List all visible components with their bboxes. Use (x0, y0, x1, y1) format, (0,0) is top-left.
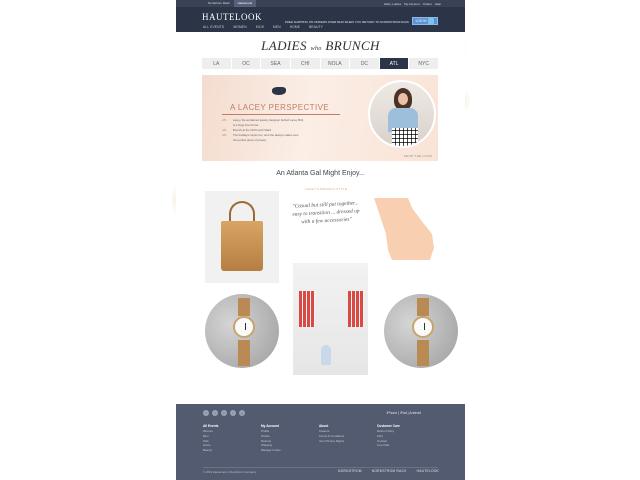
lacey-portrait[interactable] (368, 80, 436, 148)
promo-text: FREE SHIPPING ON ORDERS OVER $100 WHEN Y… (284, 20, 409, 24)
footer-column: About Careers Terms & Conditions Your Pr… (319, 424, 377, 453)
tab-nyc[interactable]: NYC (409, 58, 439, 69)
orders-link[interactable]: Orders (423, 2, 432, 6)
product-tote-bag[interactable] (205, 191, 279, 283)
georgia-map-icon (372, 194, 440, 262)
nav-home[interactable]: HOME (290, 25, 300, 29)
footer-link[interactable]: Beauty (203, 448, 261, 453)
my-account-link[interactable]: My Account (404, 2, 420, 6)
help-link[interactable]: Help (435, 2, 441, 6)
brand-hautelook[interactable]: HAUTELOOK (417, 469, 439, 473)
footer-column: Customer Care Return Policy FAQ Contact … (377, 424, 435, 453)
social-links: f t p i g (203, 410, 245, 416)
product-photo-wall[interactable] (293, 263, 368, 375)
top-strip: Nordstrom Rack HauteLook Hello, Ladies M… (176, 0, 465, 7)
cart-icon[interactable] (428, 18, 435, 24)
brand-nordstrom-rack[interactable]: NORDSTROM RACK (372, 469, 407, 473)
footer: f t p i g iPhone | iPad | Android All Ev… (176, 404, 465, 480)
facebook-icon[interactable]: f (203, 410, 209, 416)
google-plus-icon[interactable]: g (239, 410, 245, 416)
quote-tag: LACEY'S BRUNCH STYLE (304, 187, 348, 191)
banner-divider (222, 114, 340, 115)
copyright: © 2019 HauteLook, A Nordstrom Company (203, 470, 257, 474)
app-links[interactable]: iPhone | iPad | Android (387, 411, 421, 415)
twitter-icon[interactable]: t (212, 410, 218, 416)
title-connector: who (310, 46, 322, 52)
product-watch-2[interactable] (384, 294, 458, 368)
tab-oc[interactable]: OC (232, 58, 262, 69)
login-label: LOG IN (415, 19, 427, 23)
tab-dc[interactable]: DC (350, 58, 380, 69)
brand-nordstrom[interactable]: NORDSTROM (338, 469, 362, 473)
footer-column: My Account Profile Orders Returns Shippi… (261, 424, 319, 453)
instagram-icon[interactable]: i (230, 410, 236, 416)
feature-banner: A LACEY PERSPECTIVE ATL Lacey, the acclai… (202, 75, 438, 161)
section-title: An Atlanta Gal Might Enjoy... (276, 170, 365, 177)
tab-la[interactable]: LA (202, 58, 232, 69)
site-logo[interactable]: HAUTELOOK (202, 12, 262, 22)
footer-column: All Events Women Men Kids Home Beauty (203, 424, 261, 453)
tab-sea[interactable]: SEA (261, 58, 291, 69)
city-tabs: LA OC SEA CHI NOLA DC ATL NYC (202, 58, 439, 69)
quote-text: "Casual but still put together... easy t… (292, 200, 360, 226)
tab-nola[interactable]: NOLA (321, 58, 351, 69)
tab-nordstrom-rack[interactable]: Nordstrom Rack (204, 0, 234, 7)
tab-chi[interactable]: CHI (291, 58, 321, 69)
nav-kids[interactable]: KIDS (256, 25, 264, 29)
pinterest-icon[interactable]: p (221, 410, 227, 416)
banner-signature[interactable]: SHOP THE LOOK (404, 154, 432, 158)
page-title: LADIES who BRUNCH (176, 38, 465, 54)
footer-divider (203, 467, 438, 468)
footer-link[interactable]: Your Privacy Rights (319, 439, 377, 444)
brand-links: NORDSTROM NORDSTROM RACK HAUTELOOK (338, 469, 439, 473)
list-item: the perfect piece of jewelry (233, 138, 267, 142)
us-map-icon (272, 87, 286, 95)
footer-column-title[interactable]: Customer Care (377, 424, 435, 428)
main-nav: ALL EVENTS WOMEN KIDS MEN HOME BEAUTY (203, 25, 323, 29)
banner-heading: A LACEY PERSPECTIVE (230, 103, 330, 112)
nav-women[interactable]: WOMEN (233, 25, 247, 29)
footer-column-title[interactable]: All Events (203, 424, 261, 428)
footer-link[interactable]: Live Chat (377, 443, 435, 448)
style-quote: LACEY'S BRUNCH STYLE "Casual but still p… (292, 187, 360, 259)
nav-all-events[interactable]: ALL EVENTS (203, 25, 224, 29)
footer-columns: All Events Women Men Kids Home Beauty My… (203, 424, 435, 453)
footer-column-title[interactable]: My Account (261, 424, 319, 428)
tab-hautelook[interactable]: HauteLook (233, 0, 257, 7)
page: Nordstrom Rack HauteLook Hello, Ladies M… (176, 0, 465, 480)
nav-beauty[interactable]: BEAUTY (309, 25, 323, 29)
banner-list: ATL Lacey, the acclaimed jewelry designer… (222, 118, 337, 143)
title-part-2: BRUNCH (325, 38, 380, 53)
login-button[interactable]: LOG IN (412, 17, 438, 25)
header: HAUTELOOK ALL EVENTS WOMEN KIDS MEN HOME… (176, 7, 465, 32)
greeting-link[interactable]: Hello, Ladies (384, 2, 401, 6)
footer-link[interactable]: Manage Invites (261, 448, 319, 453)
nav-men[interactable]: MEN (273, 25, 281, 29)
tab-atl[interactable]: ATL (379, 58, 410, 69)
title-part-1: LADIES (261, 38, 307, 53)
product-watch-1[interactable] (205, 294, 279, 368)
footer-column-title[interactable]: About (319, 424, 377, 428)
